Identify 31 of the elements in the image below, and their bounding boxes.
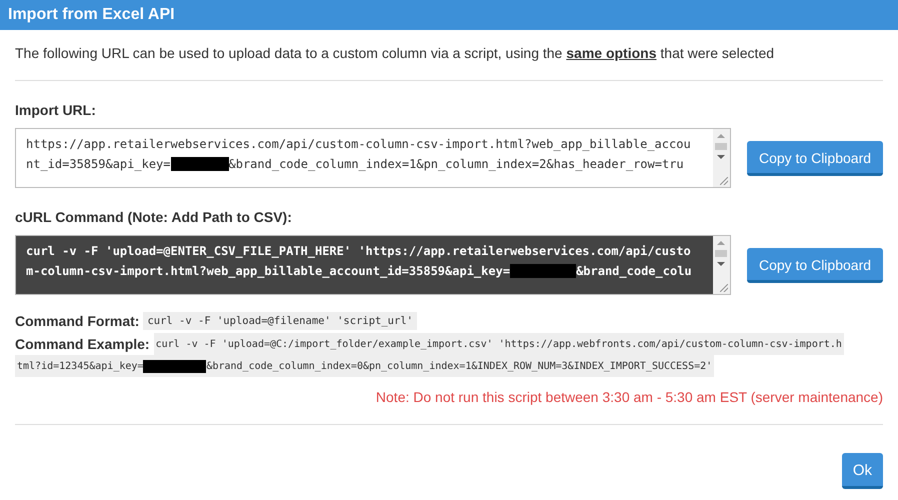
ok-button[interactable]: Ok <box>842 453 883 489</box>
code-text: nt_id=35859&api_key= <box>26 156 170 173</box>
format-code: curl -v -F 'upload=@filename' 'script_url' <box>143 312 417 330</box>
copy-button[interactable]: Copy to Clipboard <box>746 140 883 176</box>
redaction-bar <box>170 157 228 171</box>
scroll-up-icon[interactable] <box>717 134 726 138</box>
redaction-bar <box>143 360 206 372</box>
code-text: m-column-csv-import.html?web_app_billable_account_id=35859&api_key= <box>26 263 510 280</box>
scrollbar[interactable] <box>712 236 730 294</box>
copy-button[interactable]: Copy to Clipboard <box>746 248 883 282</box>
code-text: tml?id=12345&api_key= <box>17 360 144 372</box>
code-text: curl -v -F 'upload=@C:/import_folder/example_import.csv' 'https://app.webfronts.com/api/custom-column-csv-import.h <box>156 338 842 350</box>
format-label: Command Format: <box>15 313 140 329</box>
section-label: cURL Command (Note: Add Path to CSV): <box>15 209 293 226</box>
scrollbar-thumb[interactable] <box>715 250 728 257</box>
scroll-down-icon[interactable] <box>717 155 726 159</box>
code-text: https://app.retailerwebservices.com/api/custom-column-csv-import.html?web_app_billable_accou <box>26 136 691 153</box>
section-label: Import URL: <box>15 102 97 119</box>
example-label: Command Example: <box>15 336 150 352</box>
scrollbar-thumb[interactable] <box>715 143 728 150</box>
code-field[interactable]: curl -v -F 'upload=@ENTER_CSV_FILE_PATH_HERE' 'https://app.retailerwebservices.com/api/custo m-column-csv-import.html?web_app_billable_account_id=35859&api_key= &brand_code_colu <box>15 235 731 295</box>
scrollbar[interactable] <box>712 129 730 187</box>
intro-text: The following URL can be used to upload data to a custom column via a script, using the same options that were selected <box>15 44 776 62</box>
scroll-up-icon[interactable] <box>717 241 726 245</box>
code-text: &brand_code_colu <box>576 263 692 280</box>
redaction-bar <box>510 264 576 278</box>
window-title: Import from Excel API <box>8 6 175 24</box>
maintenance-note: Note: Do not run this script between 3:30 am - 5:30 am EST (server maintenance) <box>374 389 883 405</box>
code-text: &brand_code_column_index=0&pn_column_index=1&INDEX_ROW_NUM=3&INDEX_IMPORT_SUCCESS=2' <box>206 360 712 372</box>
scroll-down-icon[interactable] <box>717 262 726 266</box>
code-text: curl -v -F 'upload=@ENTER_CSV_FILE_PATH_HERE' 'https://app.retailerwebservices.com/api/custo <box>26 243 691 260</box>
